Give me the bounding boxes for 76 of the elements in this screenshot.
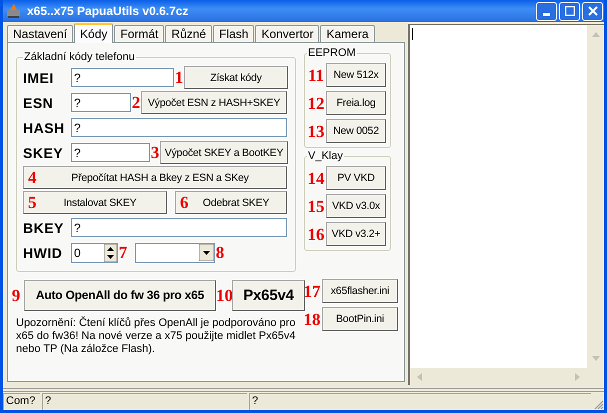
annotation-number: 12 bbox=[307, 94, 325, 112]
esn-field[interactable]: ? bbox=[71, 93, 131, 112]
status-panel: Com? bbox=[3, 393, 40, 410]
field-label: IMEI bbox=[23, 70, 55, 86]
tab[interactable]: Flash bbox=[213, 25, 254, 42]
tab[interactable]: Různé bbox=[165, 25, 212, 42]
spin-arrows-icon[interactable] bbox=[104, 244, 117, 262]
annotation-number: 6 bbox=[180, 194, 188, 211]
annotation-number: 17 bbox=[303, 282, 321, 300]
annotation-number: 11 bbox=[307, 66, 325, 84]
annotation-number: 14 bbox=[307, 170, 325, 186]
dropdown-arrow-icon[interactable] bbox=[199, 244, 214, 261]
field-label: ESN bbox=[23, 94, 54, 110]
group-title: V_Klay bbox=[307, 150, 344, 162]
annotation-number: 4 bbox=[28, 169, 36, 186]
annotation-number: 10 bbox=[216, 286, 232, 304]
annotation-number: 7 bbox=[118, 244, 128, 261]
bkey-field[interactable]: ? bbox=[71, 218, 287, 237]
side-button[interactable]: PV VKD bbox=[326, 166, 386, 190]
side-button[interactable]: Freia.log bbox=[326, 91, 386, 115]
scroll-right-icon[interactable] bbox=[575, 372, 580, 380]
resize-grip-icon[interactable] bbox=[593, 399, 604, 410]
status-panel: ? bbox=[249, 393, 591, 410]
maximize-icon bbox=[564, 6, 574, 16]
close-icon bbox=[588, 6, 598, 16]
remove-skey-button[interactable]: 6 Odebrat SKEY bbox=[175, 191, 287, 214]
skey-field[interactable]: ? bbox=[71, 143, 150, 162]
scroll-down-icon[interactable] bbox=[592, 356, 600, 361]
tab[interactable]: Kódy bbox=[74, 23, 114, 43]
field-label: HASH bbox=[23, 120, 66, 136]
minimize-icon bbox=[543, 13, 550, 16]
warning-text: Upozornění: Čtení klíčů přes OpenAll je podporováno pro x65 do fw36! Na nové verze a x75 použijte midlet Px65v4 nebo TP (Na záložce Flash). bbox=[16, 317, 296, 356]
hash-field[interactable]: ? bbox=[71, 118, 287, 137]
get-codes-button[interactable]: Získat kódy bbox=[184, 66, 288, 89]
field-label: BKEY bbox=[23, 220, 65, 236]
annotation-number: 8 bbox=[215, 244, 225, 261]
compute-esn-button[interactable]: Výpočet ESN z HASH+SKEY bbox=[141, 91, 287, 114]
px65v4-button[interactable]: Px65v4 bbox=[232, 280, 305, 310]
close-button[interactable] bbox=[582, 2, 603, 20]
window-title: x65..x75 PapuaUtils v0.6.7cz bbox=[27, 4, 190, 18]
recalculate-button[interactable]: 4 Přepočítat HASH a Bkey z ESN a SKey bbox=[23, 166, 287, 189]
annotation-number: 15 bbox=[307, 198, 325, 214]
annotation-number: 3 bbox=[150, 144, 160, 161]
compute-skey-button[interactable]: Výpočet SKEY a BootKEY bbox=[160, 141, 288, 164]
annotation-number: 16 bbox=[307, 226, 325, 242]
annotation-number: 9 bbox=[10, 286, 22, 304]
scroll-up-icon[interactable] bbox=[592, 32, 600, 37]
app-icon bbox=[6, 4, 22, 18]
ini-button[interactable]: BootPin.ini bbox=[322, 307, 398, 331]
minimize-button[interactable] bbox=[536, 2, 557, 20]
tab[interactable]: Kamera bbox=[320, 25, 374, 42]
maximize-button[interactable] bbox=[559, 2, 580, 20]
annotation-number: 18 bbox=[303, 310, 321, 328]
side-button[interactable]: VKD v3.2+ bbox=[326, 222, 386, 246]
annotation-number: 5 bbox=[28, 194, 36, 211]
annotation-number: 13 bbox=[307, 122, 325, 140]
tab[interactable]: Konvertor bbox=[255, 25, 320, 42]
side-button[interactable]: VKD v3.0x bbox=[326, 194, 386, 218]
field-label: SKEY bbox=[23, 144, 64, 160]
status-panel: ? bbox=[42, 393, 247, 410]
field-label: HWID bbox=[23, 244, 64, 260]
annotation-number: 2 bbox=[131, 94, 141, 111]
auto-openall-button[interactable]: Auto OpenAll do fw 36 pro x65 bbox=[24, 280, 216, 310]
group-title: EEPROM bbox=[307, 47, 357, 59]
imei-field[interactable]: ? bbox=[71, 68, 174, 87]
side-button[interactable]: New 512x bbox=[326, 63, 386, 87]
ini-button[interactable]: x65flasher.ini bbox=[322, 279, 398, 303]
group-title: Základní kódy telefonu bbox=[23, 51, 136, 63]
spin-field[interactable]: 0 bbox=[71, 242, 118, 262]
text-caret bbox=[412, 28, 413, 40]
install-skey-button[interactable]: 5 Instalovat SKEY bbox=[23, 191, 167, 214]
annotation-number: 1 bbox=[174, 69, 184, 86]
tab[interactable]: Nastavení bbox=[7, 25, 74, 42]
scroll-left-icon[interactable] bbox=[417, 372, 422, 380]
side-button[interactable]: New 0052 bbox=[326, 119, 386, 143]
tab[interactable]: Formát bbox=[114, 25, 164, 42]
